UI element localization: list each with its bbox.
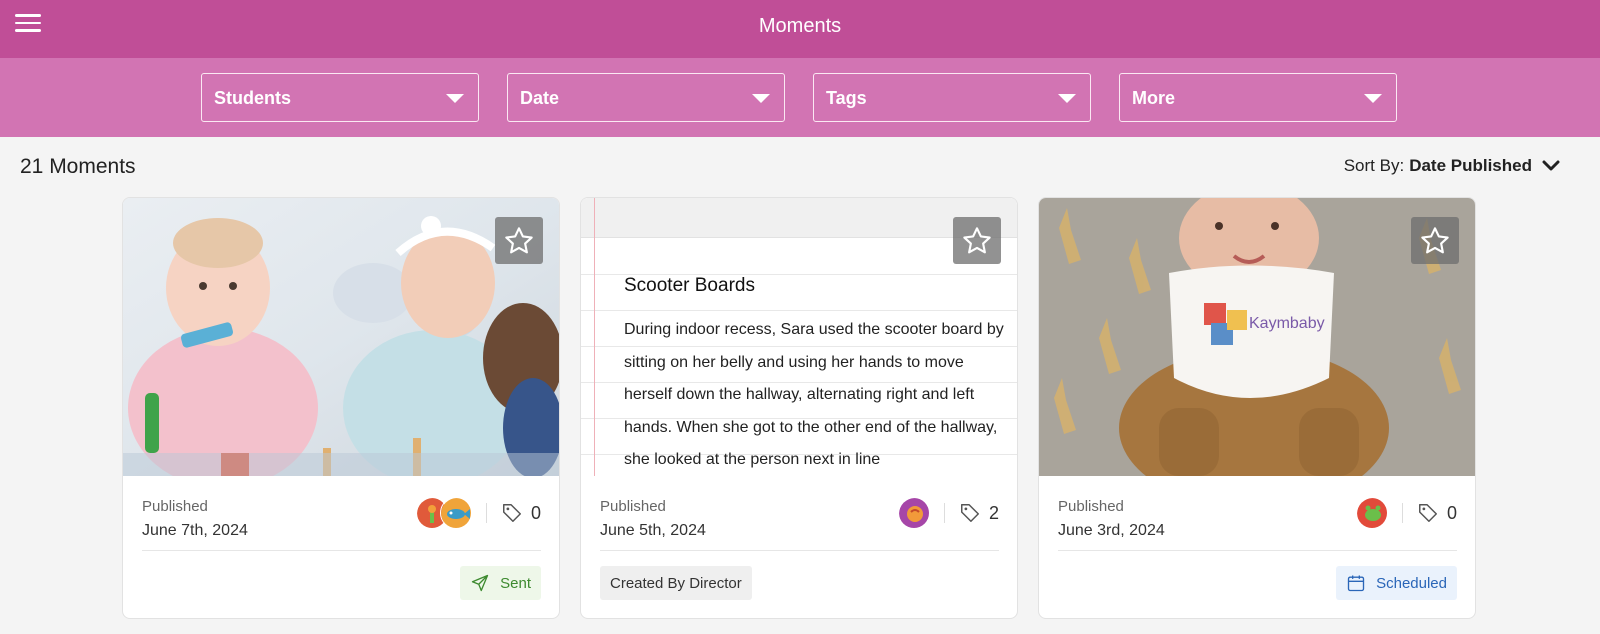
- student-avatar: [897, 497, 930, 529]
- card-meta: 0: [1355, 497, 1457, 529]
- sort-label: Sort By:: [1343, 156, 1405, 175]
- moments-count: 21 Moments: [20, 155, 136, 178]
- filter-label: Students: [214, 88, 292, 108]
- divider: [600, 550, 999, 551]
- published-label: Published: [600, 498, 666, 515]
- sort-control[interactable]: Sort By: Date Published: [1344, 156, 1560, 176]
- star-icon: [1421, 226, 1449, 253]
- tag-count: 0: [1446, 502, 1457, 523]
- favorite-star-button[interactable]: [495, 217, 543, 264]
- note-title: Scooter Boards: [624, 275, 755, 296]
- bib-text: Kaymbaby: [1249, 315, 1325, 332]
- chevron-down-icon: [1542, 160, 1560, 171]
- app-header: Moments: [0, 0, 1600, 58]
- page-title: Moments: [758, 15, 842, 37]
- moment-card[interactable]: Scooter Boards During indoor recess, Sar…: [580, 197, 1018, 619]
- note-rule: [581, 310, 1017, 311]
- tag-icon: [1419, 504, 1437, 522]
- caret-down-icon: [446, 94, 464, 103]
- note-body: During indoor recess, Sara used the scoo…: [624, 321, 1004, 468]
- caret-down-icon: [1364, 94, 1382, 103]
- moment-photo[interactable]: Kaymbaby: [1039, 198, 1475, 476]
- send-icon: [471, 574, 489, 592]
- filter-label: Tags: [826, 88, 867, 108]
- tag-icon: [961, 504, 979, 522]
- filter-label: Date: [520, 88, 560, 108]
- date-filter-dropdown[interactable]: Date: [507, 73, 785, 122]
- published-label: Published: [1058, 498, 1124, 515]
- star-icon: [505, 226, 533, 253]
- status-badge-created-by-director: Created By Director: [600, 566, 752, 600]
- moment-photo[interactable]: [123, 198, 559, 476]
- separator: [943, 503, 945, 523]
- status-label: Sent: [500, 574, 531, 592]
- students-filter-dropdown[interactable]: Students: [201, 73, 479, 122]
- star-icon: [963, 226, 991, 253]
- tag-count: 2: [988, 502, 999, 523]
- student-avatar: [1355, 497, 1388, 529]
- separator: [1401, 503, 1403, 523]
- note-preview[interactable]: Scooter Boards During indoor recess, Sar…: [581, 198, 1017, 476]
- sort-value: Date Published: [1409, 156, 1532, 175]
- filter-label: More: [1132, 88, 1176, 108]
- published-date: June 7th, 2024: [142, 522, 248, 539]
- moment-card[interactable]: Published June 7th, 2024 0 Sent: [122, 197, 560, 619]
- status-label: Scheduled: [1376, 574, 1447, 592]
- moment-card[interactable]: Kaymbaby Published June 3rd, 2024 0 Sche…: [1038, 197, 1476, 619]
- filter-bar: Students Date Tags More: [0, 58, 1600, 137]
- divider: [142, 550, 541, 551]
- caret-down-icon: [752, 94, 770, 103]
- published-date: June 5th, 2024: [600, 522, 706, 539]
- student-avatar: [439, 497, 472, 529]
- status-badge-sent: Sent: [460, 566, 541, 600]
- published-date: June 3rd, 2024: [1058, 522, 1165, 539]
- favorite-star-button[interactable]: [1411, 217, 1459, 264]
- tag-icon: [503, 504, 521, 522]
- favorite-star-button[interactable]: [953, 217, 1001, 264]
- calendar-icon: [1347, 575, 1365, 592]
- more-filter-dropdown[interactable]: More: [1119, 73, 1397, 122]
- card-meta: 0: [415, 497, 541, 529]
- status-label: Created By Director: [610, 574, 742, 592]
- tag-count: 0: [530, 502, 541, 523]
- divider: [1058, 550, 1457, 551]
- card-meta: 2: [897, 497, 999, 529]
- status-badge-scheduled: Scheduled: [1336, 566, 1457, 600]
- published-label: Published: [142, 498, 208, 515]
- caret-down-icon: [1058, 94, 1076, 103]
- separator: [485, 503, 487, 523]
- note-margin-line: [594, 198, 595, 476]
- tags-filter-dropdown[interactable]: Tags: [813, 73, 1091, 122]
